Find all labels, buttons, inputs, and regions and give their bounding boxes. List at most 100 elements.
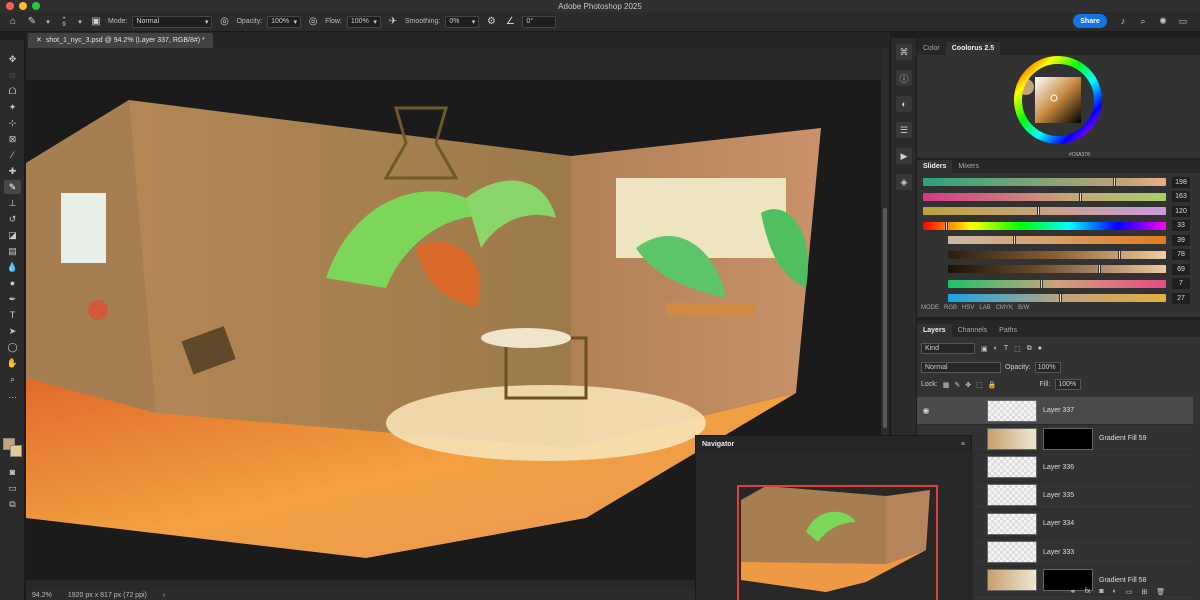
brush-settings-icon[interactable]: ▣	[89, 15, 103, 29]
color-slider-track[interactable]	[948, 249, 1166, 260]
marquee-tool-icon[interactable]: ◌	[4, 68, 21, 82]
color-slider-track[interactable]	[923, 220, 1166, 231]
slider-handle[interactable]	[1013, 235, 1017, 245]
quick-mask-icon[interactable]: ◙	[4, 465, 21, 479]
filter-type-icon[interactable]: T	[1004, 345, 1008, 352]
slider-handle[interactable]	[1112, 177, 1116, 187]
navigator-preview[interactable]	[696, 452, 973, 600]
discover-icon[interactable]: ✺	[1157, 15, 1169, 27]
actions-icon[interactable]: ▶	[896, 148, 912, 164]
healing-brush-tool-icon[interactable]: ✚	[4, 164, 21, 178]
slider-value[interactable]: 69	[1172, 263, 1190, 275]
new-group-icon[interactable]: ▭	[1126, 588, 1133, 596]
visibility-eye-icon[interactable]: ◉	[917, 406, 935, 415]
chevron-right-icon[interactable]: ›	[163, 592, 165, 599]
fill-input[interactable]: 100%	[1055, 379, 1082, 390]
share-button[interactable]: Share	[1073, 14, 1107, 28]
new-adjustment-icon[interactable]: ◐	[1113, 588, 1117, 596]
color-slider-track[interactable]	[948, 235, 1166, 245]
panel-menu-icon[interactable]: ≡	[961, 441, 965, 448]
home-icon[interactable]: ⌂	[6, 15, 20, 29]
tab-channels[interactable]: Channels	[952, 324, 994, 337]
color-slider-track[interactable]	[948, 293, 1166, 303]
zoom-window-button[interactable]	[32, 2, 40, 10]
brush-tool-icon[interactable]: ✎	[4, 180, 21, 194]
more-tools-icon[interactable]: …	[4, 388, 21, 402]
background-color-swatch[interactable]	[10, 445, 22, 457]
workspace-icon[interactable]: ▭	[1177, 15, 1189, 27]
mode-rgb[interactable]: RGB	[944, 305, 957, 311]
slider-handle[interactable]	[1078, 191, 1082, 202]
adjustments-icon[interactable]: ◐	[896, 96, 912, 112]
tab-layers[interactable]: Layers	[917, 324, 952, 337]
gradient-tool-icon[interactable]: ▤	[4, 244, 21, 258]
slider-value[interactable]: 7	[1172, 278, 1190, 289]
frame-tool-icon[interactable]: ⊠	[4, 132, 21, 146]
slider-value[interactable]: 198	[1172, 176, 1190, 188]
scroll-thumb[interactable]	[883, 208, 887, 428]
document-tab[interactable]: ✕ shot_1_nyc_3.psd @ 94.2% (Layer 337, RG…	[28, 33, 213, 48]
slider-value[interactable]: 163	[1172, 191, 1190, 202]
bell-icon[interactable]: ♪	[1117, 15, 1129, 27]
lock-transparency-icon[interactable]: ▦	[943, 381, 950, 389]
layer-style-icon[interactable]: fx	[1085, 588, 1090, 596]
angle-input[interactable]: 0°	[522, 15, 557, 28]
brushes-icon[interactable]: ◈	[896, 174, 912, 190]
layer-opacity-input[interactable]: 100%	[1034, 362, 1061, 373]
zoom-level[interactable]: 94.2%	[32, 592, 52, 599]
lock-position-icon[interactable]: ✥	[965, 381, 971, 389]
eraser-tool-icon[interactable]: ◪	[4, 228, 21, 242]
clone-stamp-tool-icon[interactable]: ⊥	[4, 196, 21, 210]
slider-handle[interactable]	[1037, 206, 1041, 216]
slider-handle[interactable]	[1039, 278, 1043, 289]
airbrush-icon[interactable]: ✈	[386, 15, 400, 29]
crop-tool-icon[interactable]: ⊹	[4, 116, 21, 130]
color-slider-track[interactable]	[948, 264, 1166, 274]
close-window-button[interactable]	[6, 2, 14, 10]
pressure-opacity-icon[interactable]: ◎	[306, 15, 320, 29]
slider-value[interactable]: 33	[1172, 220, 1190, 231]
color-slider-track[interactable]	[948, 278, 1166, 289]
pen-tool-icon[interactable]: ✒	[4, 292, 21, 306]
chevron-down-icon[interactable]: ▾	[76, 15, 84, 29]
filter-shape-icon[interactable]: ⬚	[1014, 345, 1021, 353]
add-mask-icon[interactable]: ◙	[1099, 588, 1103, 596]
minimize-window-button[interactable]	[19, 2, 27, 10]
filter-adjustment-icon[interactable]: ◐	[994, 345, 998, 352]
slider-handle[interactable]	[944, 220, 948, 231]
tab-color[interactable]: Color	[917, 42, 946, 55]
shape-tool-icon[interactable]: ◯	[4, 340, 21, 354]
kind-filter[interactable]: Kind	[921, 343, 975, 354]
slider-value[interactable]: 27	[1172, 292, 1190, 304]
slider-handle[interactable]	[1118, 249, 1122, 260]
color-slider-track[interactable]	[923, 191, 1166, 202]
slider-handle[interactable]	[1098, 264, 1102, 274]
lock-artboard-icon[interactable]: ⬚	[976, 381, 983, 389]
tab-mixers[interactable]: Mixers	[952, 160, 985, 173]
brush-size-picker[interactable]: • 9	[57, 15, 71, 29]
brush-tool-preset-icon[interactable]: ✎	[25, 15, 39, 29]
link-layers-icon[interactable]: ⚭	[1070, 588, 1076, 596]
filter-toggle-icon[interactable]: ●	[1038, 345, 1042, 352]
slider-value[interactable]: 120	[1172, 205, 1190, 217]
dodge-tool-icon[interactable]: ●	[4, 276, 21, 290]
libraries-icon[interactable]: ⌘	[896, 44, 912, 60]
color-wheel-area[interactable]: #C6A378	[917, 55, 1200, 158]
lock-pixels-icon[interactable]: ✎	[954, 381, 960, 389]
type-tool-icon[interactable]: T	[4, 308, 21, 322]
properties-icon[interactable]: ☰	[896, 122, 912, 138]
tab-coolorus[interactable]: Coolorus 2.5	[945, 42, 1001, 55]
layer-row[interactable]: ◉ Layer 337	[917, 397, 1193, 425]
color-slider-track[interactable]	[923, 206, 1166, 216]
blend-mode-select[interactable]: Normal	[921, 362, 1001, 373]
smoothing-input[interactable]: 0% ▾	[445, 15, 480, 28]
flow-input[interactable]: 100% ▾	[346, 15, 381, 28]
lasso-tool-icon[interactable]: ᗝ	[4, 84, 21, 98]
mode-cmyk[interactable]: CMYK	[996, 305, 1013, 311]
tab-sliders[interactable]: Sliders	[917, 160, 953, 173]
mode-lab[interactable]: LAB	[979, 305, 990, 311]
info-icon[interactable]: ⓘ	[896, 70, 912, 86]
color-slider-track[interactable]	[923, 177, 1166, 187]
gear-icon[interactable]: ⚙	[484, 15, 498, 29]
opacity-input[interactable]: 100% ▾	[267, 15, 302, 28]
